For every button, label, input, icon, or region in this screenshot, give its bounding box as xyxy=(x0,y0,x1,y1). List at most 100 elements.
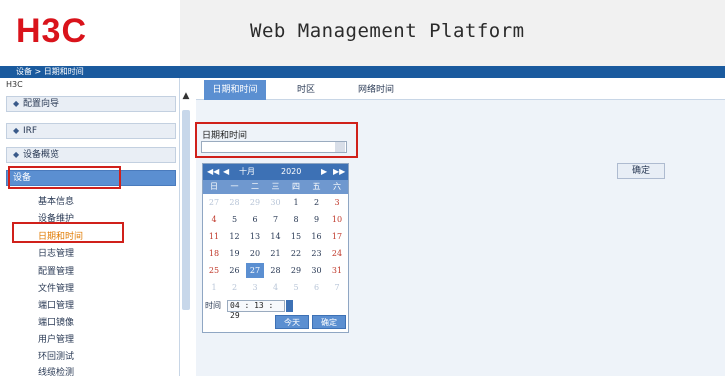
sidebar-subitem-file-management[interactable]: 文件管理 xyxy=(38,281,74,294)
prev-year-icon[interactable]: ◀◀ xyxy=(207,164,219,180)
weekday-label: 四 xyxy=(292,182,300,191)
prev-month-icon[interactable]: ◀ xyxy=(223,164,229,180)
calendar-day[interactable]: 14 xyxy=(267,229,285,244)
calendar-day[interactable]: 18 xyxy=(205,246,223,261)
calendar-day[interactable]: 23 xyxy=(308,246,326,261)
next-year-icon[interactable]: ▶▶ xyxy=(333,164,345,180)
weekday-label: 六 xyxy=(333,182,341,191)
weekday-label: 五 xyxy=(312,182,321,191)
h3c-logo: H3C xyxy=(16,12,88,50)
breadcrumb: 设备 > 日期和时间 xyxy=(16,67,84,76)
calendar-day[interactable]: 29 xyxy=(287,263,305,278)
calendar-day[interactable]: 8 xyxy=(287,212,305,227)
time-input[interactable]: 04 : 13 : 29 xyxy=(227,300,285,320)
calendar-day[interactable]: 16 xyxy=(308,229,326,244)
calendar-confirm-button[interactable]: 确定 xyxy=(312,315,346,329)
weekday-label: 二 xyxy=(251,182,259,191)
header: H3C Web Management Platform xyxy=(0,0,725,66)
diamond-icon: ◆ xyxy=(13,150,20,159)
calendar-day-selected[interactable]: 27 xyxy=(246,263,264,278)
sidebar-item-label: IRF xyxy=(23,126,38,136)
calendar-day[interactable]: 11 xyxy=(205,229,223,244)
calendar-day[interactable]: 17 xyxy=(328,229,346,244)
sidebar-item-device-overview[interactable]: ◆ 设备概览 xyxy=(6,147,176,163)
calendar-day[interactable]: 5 xyxy=(287,280,305,295)
calendar-day[interactable]: 29 xyxy=(246,195,264,210)
calendar-day[interactable]: 4 xyxy=(267,280,285,295)
calendar-day[interactable]: 5 xyxy=(226,212,244,227)
calendar-day[interactable]: 1 xyxy=(287,195,305,210)
calendar-day[interactable]: 6 xyxy=(308,280,326,295)
scrollbar-thumb[interactable] xyxy=(182,110,190,310)
tab-date-time[interactable]: 日期和时间 xyxy=(204,80,266,100)
time-row: 时间 04 : 13 : 29 xyxy=(203,299,348,320)
calendar-day[interactable]: 25 xyxy=(205,263,223,278)
sidebar-subitem-config-management[interactable]: 配置管理 xyxy=(38,264,74,277)
next-month-icon[interactable]: ▶ xyxy=(321,164,327,180)
sidebar-item-label: 配置向导 xyxy=(23,99,60,109)
scroll-up-icon[interactable]: ▲ xyxy=(181,91,191,101)
tab-bar: 日期和时间 时区 网络时间 xyxy=(196,80,725,100)
calendar-day[interactable]: 19 xyxy=(226,246,244,261)
sidebar-item-config-wizard[interactable]: ◆ 配置向导 xyxy=(6,96,176,112)
calendar-day[interactable]: 12 xyxy=(226,229,244,244)
calendar-year: 2020 xyxy=(281,167,302,176)
calendar-day[interactable]: 4 xyxy=(205,212,223,227)
calendar-day[interactable]: 27 xyxy=(205,195,223,210)
sidebar-subitem-cable-test[interactable]: 线缆检测 xyxy=(38,365,74,376)
sidebar-item-irf[interactable]: ◆ IRF xyxy=(6,123,176,139)
highlight-date-time-field xyxy=(195,122,358,158)
sidebar-subitem-port-management[interactable]: 端口管理 xyxy=(38,298,74,311)
calendar-day[interactable]: 1 xyxy=(205,280,223,295)
weekday-label: 一 xyxy=(230,182,239,191)
confirm-button[interactable]: 确定 xyxy=(617,163,665,179)
calendar-day[interactable]: 28 xyxy=(226,195,244,210)
calendar-day[interactable]: 20 xyxy=(246,246,264,261)
calendar-day[interactable]: 24 xyxy=(328,246,346,261)
calendar-day[interactable]: 2 xyxy=(308,195,326,210)
calendar-day[interactable]: 10 xyxy=(328,212,346,227)
weekday-label: 日 xyxy=(210,182,218,191)
sidebar-item-label: 设备概览 xyxy=(23,150,60,160)
app-window: H3C Web Management Platform 设备 > 日期和时间 H… xyxy=(0,0,725,376)
time-label: 时间 xyxy=(205,301,221,310)
calendar-day[interactable]: 9 xyxy=(308,212,326,227)
sidebar-subitem-basic-info[interactable]: 基本信息 xyxy=(38,194,74,207)
platform-title: Web Management Platform xyxy=(250,20,525,42)
calendar-day[interactable]: 31 xyxy=(328,263,346,278)
calendar-day[interactable]: 3 xyxy=(328,195,346,210)
diamond-icon: ◆ xyxy=(13,99,20,108)
weekday-header: 日一二三四五六 xyxy=(203,180,348,194)
sidebar-subitem-loopback-test[interactable]: 环回测试 xyxy=(38,349,74,362)
highlight-device-section xyxy=(8,166,121,189)
today-button[interactable]: 今天 xyxy=(275,315,309,329)
tab-timezone[interactable]: 时区 xyxy=(276,80,336,100)
calendar-popup: ◀◀ ◀ 十月 2020 ▶ ▶▶ 日一二三四五六 27 28 29 30 1 2 3 4 5 6… xyxy=(202,163,349,333)
calendar-day[interactable]: 7 xyxy=(267,212,285,227)
highlight-date-time-item xyxy=(12,222,124,243)
calendar-header: ◀◀ ◀ 十月 2020 ▶ ▶▶ xyxy=(203,164,348,180)
calendar-day[interactable]: 2 xyxy=(226,280,244,295)
sidebar-root-label: H3C xyxy=(6,80,23,89)
calendar-day[interactable]: 28 xyxy=(267,263,285,278)
calendar-day[interactable]: 13 xyxy=(246,229,264,244)
calendar-day[interactable]: 15 xyxy=(287,229,305,244)
logo-area: H3C xyxy=(0,0,180,66)
weekday-label: 三 xyxy=(271,182,280,191)
calendar-day[interactable]: 6 xyxy=(246,212,264,227)
time-spinner[interactable] xyxy=(286,300,293,312)
calendar-day[interactable]: 22 xyxy=(287,246,305,261)
calendar-month: 十月 xyxy=(239,167,255,176)
diamond-icon: ◆ xyxy=(13,126,20,135)
calendar-day[interactable]: 3 xyxy=(246,280,264,295)
calendar-day[interactable]: 26 xyxy=(226,263,244,278)
breadcrumb-bar: 设备 > 日期和时间 xyxy=(0,66,725,78)
sidebar-subitem-log-management[interactable]: 日志管理 xyxy=(38,246,74,259)
tab-network-time[interactable]: 网络时间 xyxy=(344,80,408,100)
calendar-day[interactable]: 30 xyxy=(308,263,326,278)
calendar-day[interactable]: 7 xyxy=(328,280,346,295)
sidebar-subitem-port-mirror[interactable]: 端口镜像 xyxy=(38,315,74,328)
sidebar-subitem-user-management[interactable]: 用户管理 xyxy=(38,332,74,345)
calendar-day[interactable]: 21 xyxy=(267,246,285,261)
calendar-day[interactable]: 30 xyxy=(267,195,285,210)
